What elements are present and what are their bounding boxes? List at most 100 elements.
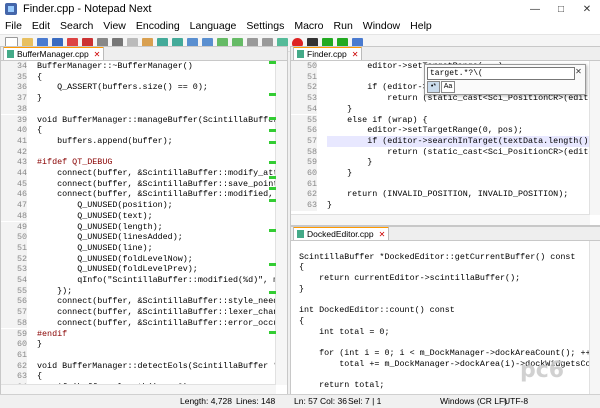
status-eol[interactable]: Windows (CR LF) [440, 396, 507, 406]
line-number: 38 [1, 103, 27, 115]
search-input[interactable]: target.*?\( [427, 67, 575, 80]
code-line: Q_UNUSED(foldLevelNow); [37, 253, 193, 264]
menu-search[interactable]: Search [55, 20, 98, 32]
code-line: } [37, 93, 43, 104]
menu-encoding[interactable]: Encoding [131, 20, 185, 32]
code-line: int DockedEditor::count() const [299, 305, 455, 316]
line-number: 59 [291, 157, 317, 168]
code-line: connect(buffer, &ScintillaBuffer::save_p… [37, 178, 284, 189]
menu-edit[interactable]: Edit [27, 20, 55, 32]
bottom-right-tab-bar: DockedEditor.cpp ✕ [291, 227, 600, 241]
change-marker [269, 187, 276, 190]
menu-window[interactable]: Window [358, 20, 405, 32]
bottom-right-vertical-scrollbar[interactable] [589, 241, 600, 395]
code-line: { [299, 315, 305, 326]
change-marker [269, 117, 276, 120]
tab-close-icon[interactable]: ✕ [379, 230, 386, 239]
code-line: }); [37, 285, 73, 296]
line-number: 50 [291, 61, 317, 72]
code-line: buffers.append(buffer); [37, 135, 173, 146]
line-number: 44 [1, 168, 27, 179]
code-line: } [37, 339, 43, 350]
change-marker [269, 161, 276, 164]
change-marker [269, 331, 276, 334]
left-tab-bar: BufferManager.cpp ✕ [1, 47, 287, 61]
left-vertical-scrollbar[interactable] [275, 61, 287, 385]
title-bar: Finder.cpp - Notepad Next — □ ✕ [0, 0, 600, 18]
menu-settings[interactable]: Settings [241, 20, 289, 32]
close-icon[interactable]: ✕ [574, 0, 600, 18]
line-number: 59 [1, 328, 27, 340]
line-number: 39 [1, 114, 27, 126]
top-right-vertical-scrollbar[interactable] [589, 61, 600, 215]
code-line: return (INVALID_POSITION, INVALID_POSITI… [327, 189, 569, 200]
status-sel: Sel: 7 | 1 [348, 396, 382, 406]
tab-buffermanager[interactable]: BufferManager.cpp ✕ [3, 47, 105, 60]
code-line: editor->setTargetRange(0, pos); [327, 125, 524, 136]
menu-help[interactable]: Help [405, 20, 437, 32]
line-number: 57 [1, 307, 27, 318]
code-line: { [37, 71, 43, 82]
menu-view[interactable]: View [98, 20, 131, 32]
menu-language[interactable]: Language [185, 20, 242, 32]
window-title: Finder.cpp - Notepad Next [23, 3, 152, 15]
maximize-icon[interactable]: □ [548, 0, 574, 18]
line-number: 49 [1, 221, 27, 233]
change-marker [269, 93, 276, 96]
left-editor-pane: BufferManager.cpp ✕ 34 BufferManager::~Bu… [0, 46, 288, 396]
line-number: 57 [291, 135, 317, 147]
code-line: Q_UNUSED(foldLevelPrev); [37, 264, 198, 275]
code-line: } [299, 283, 305, 294]
line-number: 61 [1, 349, 27, 361]
line-number: 41 [1, 135, 27, 147]
tab-close-icon[interactable]: ✕ [94, 50, 101, 59]
line-number: 58 [291, 146, 317, 158]
line-number: 56 [291, 125, 317, 136]
menu-macro[interactable]: Macro [289, 20, 328, 32]
top-right-horizontal-scrollbar[interactable] [291, 214, 590, 225]
status-bar: Length: 4,728 Lines: 148 Ln: 57 Col: 36 … [0, 394, 600, 408]
line-number: 43 [1, 157, 27, 168]
line-number: 34 [1, 61, 27, 72]
tab-close-icon[interactable]: ✕ [352, 50, 359, 59]
code-line: Q_UNUSED(length); [37, 221, 163, 232]
code-line: } [327, 157, 373, 168]
line-number: 54 [1, 275, 27, 286]
status-encoding[interactable]: UTF-8 [504, 396, 528, 406]
code-line: { [37, 125, 43, 136]
tab-finder[interactable]: Finder.cpp ✕ [293, 47, 363, 60]
line-number: 53 [1, 264, 27, 275]
line-number: 60 [1, 339, 27, 350]
line-number: 36 [1, 82, 27, 94]
line-number: 58 [1, 317, 27, 329]
close-icon[interactable]: ✕ [574, 67, 583, 78]
left-code-area[interactable]: 34 BufferManager::~BufferManager() 35{36 Q… [1, 61, 288, 395]
line-number: 51 [291, 71, 317, 83]
line-number: 60 [291, 168, 317, 179]
line-number: 61 [291, 178, 317, 190]
match-case-toggle[interactable]: Aa [441, 81, 455, 93]
line-number: 53 [291, 93, 317, 104]
line-number: 50 [1, 232, 27, 243]
menu-run[interactable]: Run [329, 20, 358, 32]
file-icon [297, 50, 304, 58]
line-number: 35 [1, 71, 27, 83]
line-number: 51 [1, 242, 27, 254]
status-length: Length: 4,728 [180, 396, 232, 406]
code-line: void BufferManager::detectEols(Scintilla… [37, 360, 288, 371]
regex-toggle[interactable]: •* [427, 81, 440, 93]
tab-dockededitor[interactable]: DockedEditor.cpp ✕ [293, 227, 390, 240]
status-col: Col: 36 [320, 396, 347, 406]
code-line: ScintillaBuffer *DockedEditor::getCurren… [299, 251, 576, 262]
status-ln: Ln: 57 [294, 396, 318, 406]
code-line: connect(buffer, &ScintillaBuffer::error_… [37, 317, 288, 328]
minimize-icon[interactable]: — [522, 0, 548, 18]
code-line: } [327, 200, 333, 211]
line-number: 54 [291, 103, 317, 115]
line-number: 56 [1, 296, 27, 308]
line-number: 62 [291, 189, 317, 201]
menu-file[interactable]: File [0, 20, 27, 32]
change-marker [269, 263, 276, 266]
line-number: 52 [291, 82, 317, 94]
watermark: pc6 [520, 358, 565, 383]
